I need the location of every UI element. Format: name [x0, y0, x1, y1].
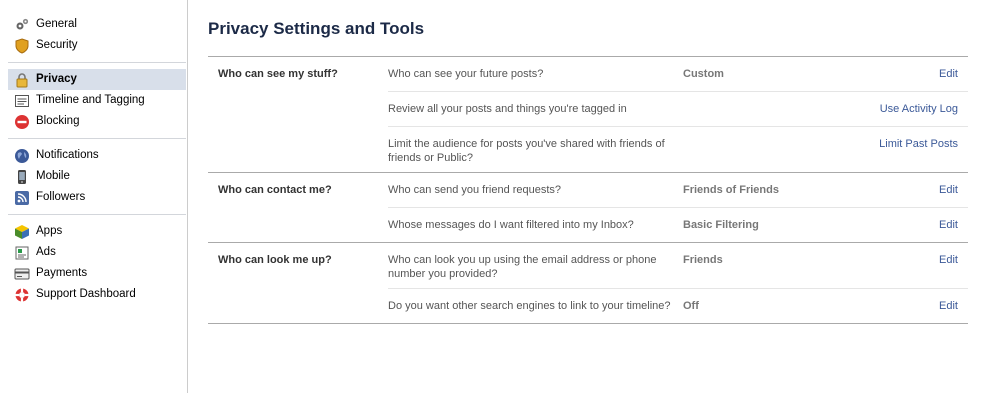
- nav-group-notifications: Notifications Mobile Followers: [8, 139, 186, 215]
- settings-row: Who can see your future posts? Custom Ed…: [388, 57, 968, 92]
- setting-question: Limit the audience for posts you've shar…: [388, 138, 665, 164]
- timeline-icon: [14, 93, 30, 109]
- sidebar-item-label: Privacy: [36, 73, 77, 85]
- sidebar-item-label: Security: [36, 39, 78, 51]
- setting-value: [683, 102, 843, 119]
- setting-value: Friends of Friends: [683, 184, 779, 196]
- use-activity-log-link[interactable]: Use Activity Log: [843, 102, 968, 119]
- lock-icon: [14, 72, 30, 88]
- settings-row: Who can send you friend requests? Friend…: [388, 173, 968, 208]
- limit-past-posts-link[interactable]: Limit Past Posts: [843, 137, 968, 165]
- sidebar-item-label: Timeline and Tagging: [36, 94, 145, 106]
- setting-question: Do you want other search engines to link…: [388, 300, 671, 312]
- sidebar-item-label: Apps: [36, 225, 63, 237]
- sidebar-item-label: Support Dashboard: [36, 288, 136, 300]
- edit-link[interactable]: Edit: [843, 218, 968, 235]
- sidebar-item-label: Payments: [36, 267, 88, 279]
- setting-value: Basic Filtering: [683, 219, 759, 231]
- sidebar-item-blocking[interactable]: Blocking: [8, 111, 186, 132]
- lifebuoy-icon: [14, 287, 30, 303]
- sidebar-item-notifications[interactable]: Notifications: [8, 145, 186, 166]
- edit-link[interactable]: Edit: [843, 253, 968, 281]
- setting-question: Who can look you up using the email addr…: [388, 254, 657, 280]
- setting-value: Off: [683, 300, 699, 312]
- blocking-icon: [14, 114, 30, 130]
- edit-link[interactable]: Edit: [843, 299, 968, 316]
- ads-icon: [14, 245, 30, 261]
- edit-link[interactable]: Edit: [843, 67, 968, 84]
- sidebar-item-label: Followers: [36, 191, 86, 203]
- section-who-can-see: Who can see my stuff? Who can see your f…: [208, 57, 968, 173]
- sidebar-item-mobile[interactable]: Mobile: [8, 166, 186, 187]
- settings-sidebar: General Security Privacy Timeline and Ta…: [0, 0, 188, 393]
- sidebar-item-support-dashboard[interactable]: Support Dashboard: [8, 284, 186, 305]
- page-title: Privacy Settings and Tools: [208, 18, 968, 57]
- sidebar-item-label: Mobile: [36, 170, 70, 182]
- setting-value: Custom: [683, 68, 724, 80]
- setting-question: Who can send you friend requests?: [388, 184, 562, 196]
- section-label: Who can contact me?: [218, 184, 332, 196]
- setting-value: [683, 137, 843, 165]
- sidebar-item-privacy[interactable]: Privacy: [8, 69, 186, 90]
- settings-row: Do you want other search engines to link…: [388, 289, 968, 323]
- sidebar-item-label: Ads: [36, 246, 56, 258]
- sidebar-item-apps[interactable]: Apps: [8, 221, 186, 242]
- sidebar-item-followers[interactable]: Followers: [8, 187, 186, 208]
- settings-row: Whose messages do I want filtered into m…: [388, 208, 968, 242]
- setting-question: Review all your posts and things you're …: [388, 103, 627, 115]
- sidebar-item-label: Notifications: [36, 149, 99, 161]
- sidebar-item-label: Blocking: [36, 115, 80, 127]
- apps-icon: [14, 224, 30, 240]
- nav-group-account: General Security: [8, 0, 186, 63]
- rss-icon: [14, 190, 30, 206]
- section-label: Who can see my stuff?: [218, 68, 338, 80]
- setting-value: Friends: [683, 254, 723, 266]
- privacy-settings-panel: Privacy Settings and Tools Who can see m…: [208, 0, 968, 324]
- sidebar-item-security[interactable]: Security: [8, 35, 186, 56]
- sidebar-item-ads[interactable]: Ads: [8, 242, 186, 263]
- section-who-can-contact: Who can contact me? Who can send you fri…: [208, 173, 968, 243]
- setting-question: Whose messages do I want filtered into m…: [388, 219, 634, 231]
- shield-icon: [14, 37, 30, 54]
- edit-link[interactable]: Edit: [843, 183, 968, 200]
- section-who-can-look-up: Who can look me up? Who can look you up …: [208, 243, 968, 324]
- card-icon: [14, 266, 30, 282]
- sidebar-item-label: General: [36, 18, 77, 30]
- settings-row: Limit the audience for posts you've shar…: [388, 127, 968, 172]
- nav-group-privacy: Privacy Timeline and Tagging Blocking: [8, 63, 186, 139]
- mobile-icon: [14, 169, 30, 185]
- sidebar-item-general[interactable]: General: [8, 14, 186, 35]
- sidebar-item-payments[interactable]: Payments: [8, 263, 186, 284]
- settings-row: Who can look you up using the email addr…: [388, 243, 968, 289]
- gears-icon: [14, 17, 30, 33]
- settings-row: Review all your posts and things you're …: [388, 92, 968, 127]
- section-label: Who can look me up?: [218, 254, 332, 266]
- nav-group-apps: Apps Ads Payments Support Dashboard: [8, 215, 186, 311]
- globe-icon: [14, 148, 30, 164]
- sidebar-item-timeline[interactable]: Timeline and Tagging: [8, 90, 186, 111]
- setting-question: Who can see your future posts?: [388, 68, 544, 80]
